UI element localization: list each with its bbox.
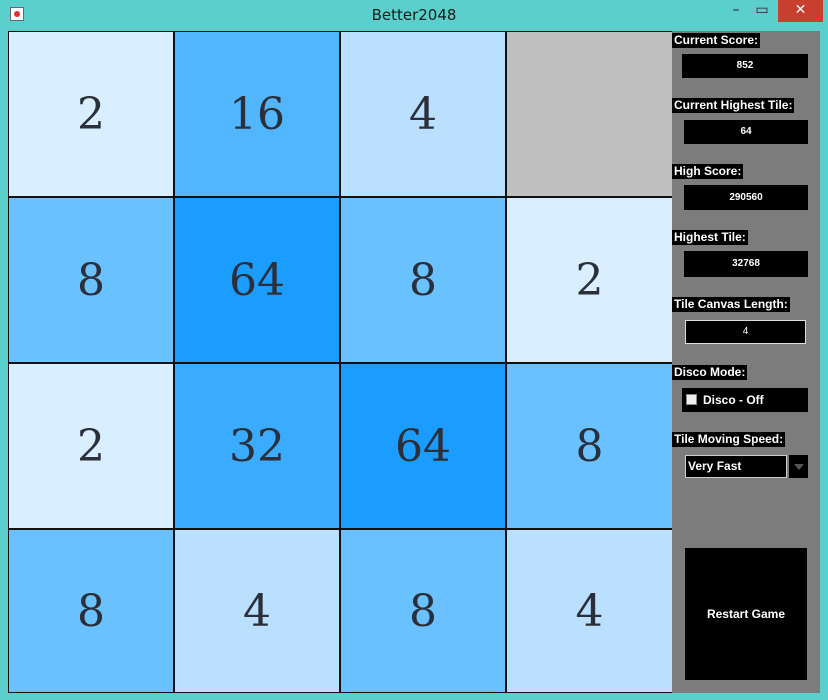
- current-highest-tile-value: 64: [684, 120, 808, 144]
- close-button[interactable]: ✕: [778, 0, 823, 22]
- tile-canvas-length-input[interactable]: 4: [685, 320, 806, 344]
- tile-8: 8: [507, 364, 672, 528]
- tile-64: 64: [341, 364, 505, 528]
- disco-mode-toggle[interactable]: Disco - Off: [682, 388, 808, 412]
- tile-4: 4: [341, 32, 505, 196]
- tile-4: 4: [507, 530, 672, 692]
- disco-checkbox[interactable]: [686, 394, 697, 405]
- empty-tile: [507, 32, 672, 196]
- highest-tile-value: 32768: [684, 251, 808, 277]
- high-score-label: High Score:: [672, 164, 744, 179]
- disco-mode-label: Disco Mode:: [672, 365, 748, 380]
- tile-8: 8: [341, 530, 505, 692]
- high-score-value: 290560: [684, 185, 808, 210]
- tile-8: 8: [9, 198, 173, 362]
- tile-32: 32: [175, 364, 339, 528]
- tile-canvas-length-label: Tile Canvas Length:: [672, 297, 790, 312]
- disco-toggle-label: Disco - Off: [703, 393, 764, 407]
- tile-2: 2: [507, 198, 672, 362]
- current-highest-tile-label: Current Highest Tile:: [672, 98, 795, 113]
- game-board[interactable]: 2 16 4 8 64 8 2 2 32 64 8 8 4 8 4: [8, 31, 672, 693]
- tile-8: 8: [341, 198, 505, 362]
- tile-8: 8: [9, 530, 173, 692]
- maximize-button[interactable]: ▭: [749, 0, 775, 22]
- current-score-value: 852: [682, 54, 808, 78]
- tile-4: 4: [175, 530, 339, 692]
- tile-2: 2: [9, 364, 173, 528]
- minimize-button[interactable]: –: [723, 0, 749, 22]
- tile-moving-speed-label: Tile Moving Speed:: [672, 432, 786, 447]
- tile-16: 16: [175, 32, 339, 196]
- highest-tile-label: Highest Tile:: [672, 230, 748, 245]
- title-bar: Better2048 – ▭ ✕: [0, 0, 828, 30]
- tile-2: 2: [9, 32, 173, 196]
- tile-64: 64: [175, 198, 339, 362]
- current-score-label: Current Score:: [672, 33, 761, 48]
- restart-game-button[interactable]: Restart Game: [685, 548, 807, 680]
- chevron-down-icon[interactable]: [789, 455, 808, 478]
- window-title: Better2048: [371, 6, 457, 24]
- side-panel: Current Score: 852 Current Highest Tile:…: [672, 31, 820, 693]
- tile-moving-speed-select[interactable]: Very Fast: [685, 455, 787, 478]
